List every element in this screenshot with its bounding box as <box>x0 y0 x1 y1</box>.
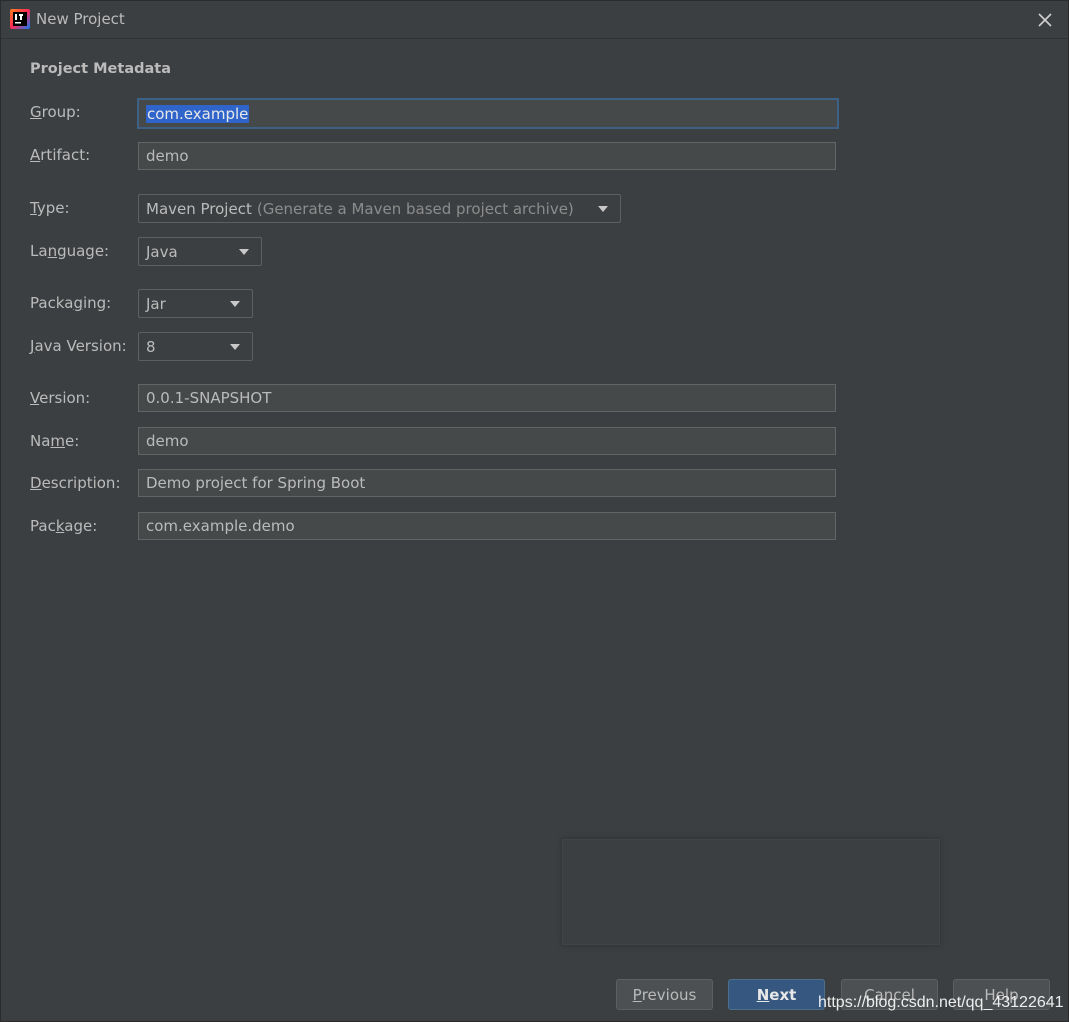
name-value: demo <box>146 432 189 450</box>
language-value: Java <box>146 242 178 261</box>
package-label: Package: <box>30 517 98 535</box>
version-label: Version: <box>30 389 91 407</box>
packaging-label: Packaging: <box>30 294 112 312</box>
type-value: Maven Project <box>146 199 252 218</box>
new-project-dialog: New Project Project Metadata Group: com.… <box>0 0 1069 1022</box>
title-bar: New Project <box>1 1 1068 39</box>
type-hint: (Generate a Maven based project archive) <box>256 199 574 218</box>
version-value: 0.0.1-SNAPSHOT <box>146 389 272 407</box>
artifact-label: Artifact: <box>30 146 91 164</box>
package-value: com.example.demo <box>146 517 295 535</box>
version-input[interactable]: 0.0.1-SNAPSHOT <box>138 384 836 412</box>
chevron-down-icon <box>230 301 240 307</box>
language-label: Language: <box>30 242 110 260</box>
description-value: Demo project for Spring Boot <box>146 474 366 492</box>
name-input[interactable]: demo <box>138 427 836 455</box>
watermark: https://blog.csdn.net/qq_43122641 <box>818 994 1064 1011</box>
group-label: Group: <box>30 103 81 121</box>
group-value: com.example <box>146 104 250 123</box>
chevron-down-icon <box>239 249 249 255</box>
type-dropdown[interactable]: Maven Project (Generate a Maven based pr… <box>138 194 621 223</box>
description-input[interactable]: Demo project for Spring Boot <box>138 469 836 497</box>
package-input[interactable]: com.example.demo <box>138 512 836 540</box>
chevron-down-icon <box>598 206 608 212</box>
previous-button[interactable]: Previous <box>616 979 713 1010</box>
next-button[interactable]: Next <box>728 979 825 1010</box>
type-label: Type: <box>30 199 70 217</box>
window-title: New Project <box>36 10 125 28</box>
empty-panel <box>562 839 940 945</box>
section-title: Project Metadata <box>30 61 171 77</box>
description-label: Description: <box>30 474 121 492</box>
artifact-value: demo <box>146 147 189 165</box>
java-version-label: Java Version: <box>30 337 127 355</box>
group-input[interactable]: com.example <box>137 98 839 129</box>
packaging-value: Jar <box>146 294 166 313</box>
packaging-dropdown[interactable]: Jar <box>138 289 253 318</box>
intellij-idea-icon <box>10 9 30 29</box>
java-version-dropdown[interactable]: 8 <box>138 332 253 361</box>
close-icon[interactable] <box>1032 7 1058 33</box>
chevron-down-icon <box>230 344 240 350</box>
language-dropdown[interactable]: Java <box>138 237 262 266</box>
name-label: Name: <box>30 432 80 450</box>
java-version-value: 8 <box>146 337 156 356</box>
artifact-input[interactable]: demo <box>138 142 836 170</box>
